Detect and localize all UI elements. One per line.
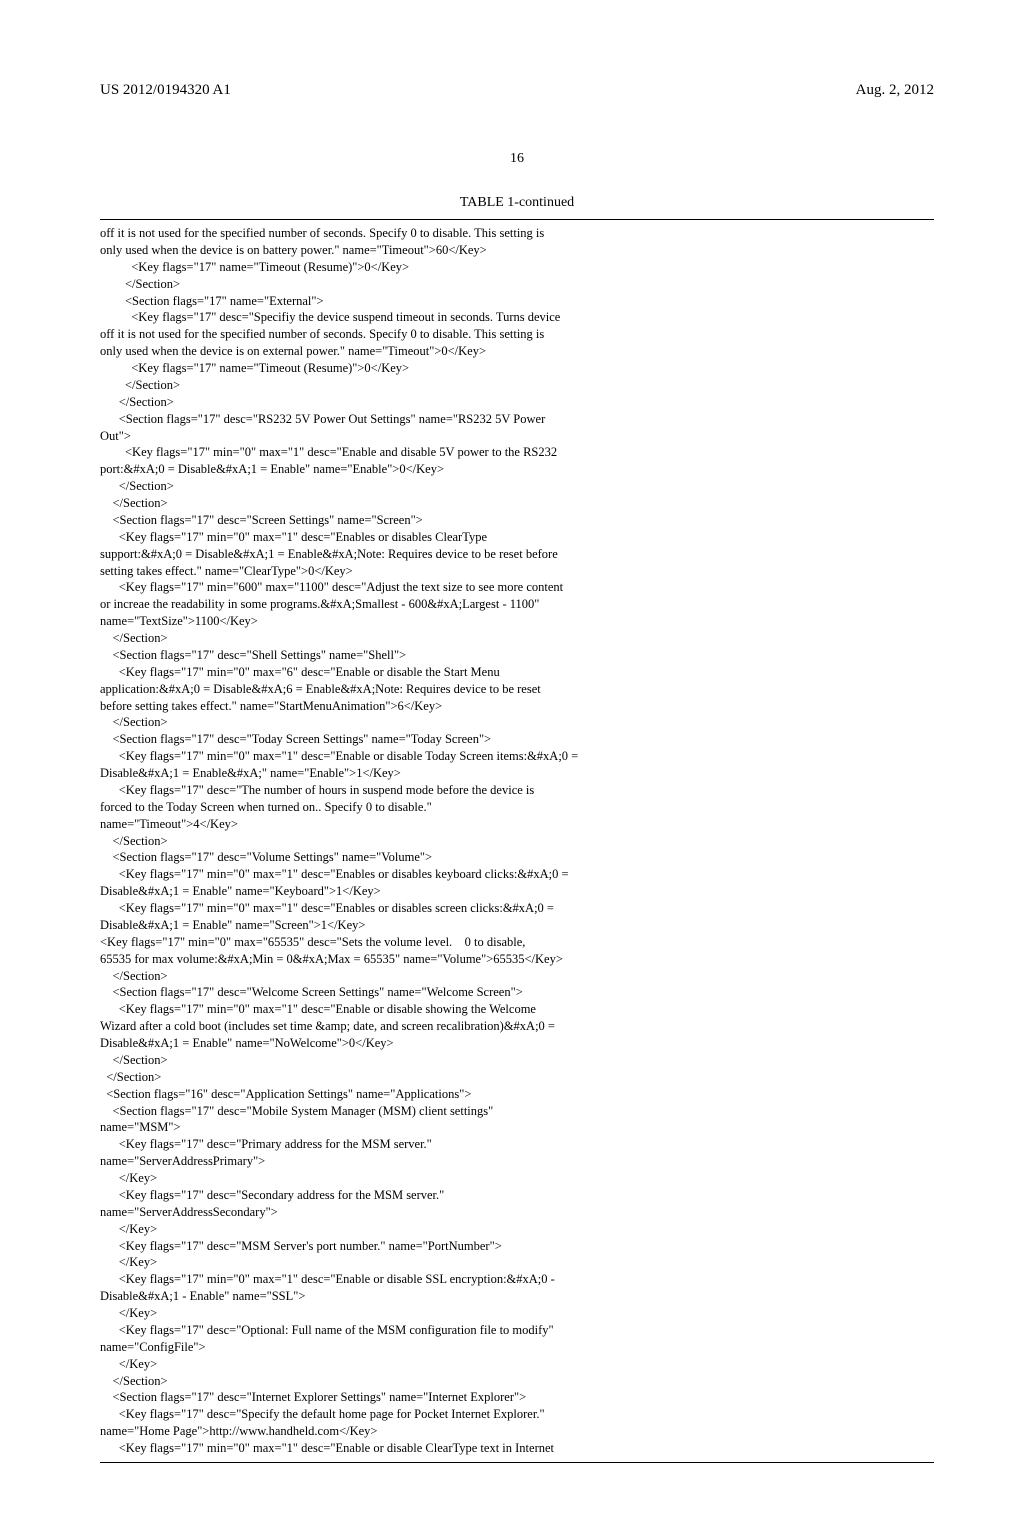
table-body: off it is not used for the specified num… (100, 219, 934, 1463)
publication-date: Aug. 2, 2012 (856, 80, 934, 100)
code-listing: off it is not used for the specified num… (100, 225, 934, 1457)
table-title: TABLE 1-continued (100, 194, 934, 213)
page-number: 16 (100, 150, 934, 169)
page-header: US 2012/0194320 A1 Aug. 2, 2012 (100, 80, 934, 100)
publication-number: US 2012/0194320 A1 (100, 80, 231, 100)
